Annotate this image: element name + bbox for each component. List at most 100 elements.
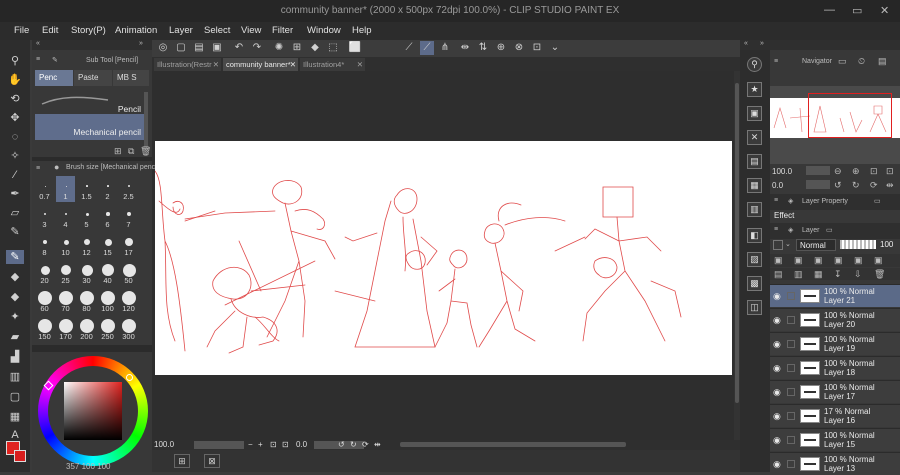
pen-icon[interactable]: ✒ (8, 187, 22, 201)
brush-size-option[interactable]: 80 (78, 304, 95, 313)
scroll-thumb[interactable] (735, 83, 739, 403)
trash-icon[interactable]: 🗑 (874, 269, 885, 280)
eye-icon[interactable]: ◉ (773, 459, 781, 470)
collapse-icon[interactable]: « (744, 40, 748, 47)
history-icon[interactable]: ⏲ (858, 56, 865, 67)
minimize-icon[interactable]: — (824, 4, 835, 16)
zoom-slider[interactable] (194, 441, 244, 449)
tab-pastel[interactable]: Paste (74, 70, 112, 86)
snap-ruler-icon[interactable]: ⟋ (402, 41, 416, 55)
collapse-icon[interactable]: » (760, 40, 764, 47)
information-icon[interactable]: ▤ (878, 56, 887, 67)
copy-icon[interactable]: ⧉ (128, 146, 134, 157)
layer-checkbox[interactable] (787, 316, 795, 324)
blend-lock-checkbox[interactable] (773, 240, 783, 250)
fill-icon[interactable]: ◆ (308, 41, 322, 55)
brush-size-option[interactable]: 1.5 (78, 192, 95, 201)
fit-screen-icon[interactable]: ⊡ (270, 440, 277, 449)
mask-icon[interactable]: ▣ (874, 255, 883, 266)
eraser-tool-icon[interactable]: ▰ (8, 330, 22, 344)
brush-size-option[interactable]: 0.7 (36, 192, 53, 201)
color-marker[interactable] (43, 380, 54, 391)
brush-size-option[interactable]: 40 (99, 276, 116, 285)
eyedropper-icon[interactable]: ⁄ (8, 168, 22, 182)
nav-zoom-slider[interactable] (806, 166, 830, 175)
tab-community-banner[interactable]: community banner* ✕ (223, 58, 298, 71)
brush-size-option[interactable]: 15 (99, 248, 116, 257)
opacity-value[interactable]: 100 (880, 240, 893, 249)
close-icon[interactable]: ✕ (880, 4, 889, 17)
zoom-icon[interactable]: ⊕ (494, 41, 508, 55)
flip-icon[interactable]: ⇹ (886, 180, 894, 191)
layer-row[interactable]: ◉ 100 % Normal Layer 19 (770, 332, 900, 355)
layer-row[interactable]: ◉ 100 % Normal Layer 18 (770, 356, 900, 379)
menu-icon[interactable]: ≡ (774, 58, 778, 65)
properties-icon[interactable]: ▨ (747, 252, 762, 267)
brush-size-option[interactable]: 25 (57, 276, 74, 285)
layer-checkbox[interactable] (787, 340, 795, 348)
new-file-icon[interactable]: ▢ (174, 41, 188, 55)
layer-panel-icon[interactable]: ◧ (747, 228, 762, 243)
sub-color-swatch[interactable] (14, 450, 26, 462)
open-icon[interactable]: ▤ (192, 41, 206, 55)
rotate-right-icon[interactable]: ↻ (852, 180, 860, 191)
tab-pencil[interactable]: Penc (35, 70, 73, 86)
color-wheel[interactable] (38, 356, 148, 466)
list-scrollbar[interactable] (144, 92, 148, 147)
collapse-icon[interactable]: » (139, 40, 143, 47)
eye-icon[interactable]: ◉ (773, 435, 781, 446)
brush-size-option[interactable]: 150 (36, 332, 53, 341)
gradient-icon[interactable]: ▥ (8, 370, 22, 384)
angle-value[interactable]: 0.0 (296, 440, 307, 449)
menu-story[interactable]: Story(P) (71, 25, 106, 36)
brush-size-option[interactable]: 170 (57, 332, 74, 341)
close-icon[interactable]: ✕ (290, 58, 296, 71)
rotate-right-icon[interactable]: ↻ (350, 440, 357, 449)
snap-grid-icon[interactable]: ⋔ (438, 41, 452, 55)
zoom-in-icon[interactable]: + (258, 440, 263, 449)
blend-icon[interactable]: ◆ (8, 290, 22, 304)
layer-row[interactable]: ◉ 100 % Normal Layer 17 (770, 380, 900, 403)
trash-icon[interactable]: 🗑 (140, 146, 151, 157)
rotate-icon[interactable]: ⟲ (8, 92, 22, 106)
add-icon[interactable]: ⊞ (114, 146, 122, 157)
frame-icon[interactable]: ▦ (8, 410, 22, 424)
image-icon[interactable]: ▣ (747, 106, 762, 121)
brush-size-option[interactable]: 200 (78, 332, 95, 341)
nav-angle-slider[interactable] (806, 180, 830, 189)
brush-size-option[interactable]: 70 (57, 304, 74, 313)
navigator-viewport[interactable] (808, 93, 892, 138)
layer-checkbox[interactable] (787, 388, 795, 396)
brush-size-option[interactable]: 5 (78, 220, 95, 229)
airbrush-icon[interactable]: ◆ (8, 270, 22, 284)
blend-mode-select[interactable]: Normal (796, 239, 836, 251)
menu-view[interactable]: View (241, 25, 261, 36)
settings-icon[interactable]: ▩ (747, 276, 762, 291)
zoom-value[interactable]: 100.0 (154, 440, 174, 449)
eye-icon[interactable]: ◉ (773, 339, 781, 350)
layer-row[interactable]: ◉ 100 % Normal Layer 15 (770, 428, 900, 451)
tab-illustration-restr[interactable]: Illustration(Restr ✕ (154, 58, 221, 71)
brush-size-option[interactable]: 3 (36, 220, 53, 229)
menu-icon[interactable]: ≡ (774, 197, 778, 204)
canvas-banner-sketch[interactable] (155, 141, 732, 375)
menu-filter[interactable]: Filter (272, 25, 293, 36)
rotate-left-icon[interactable]: ↺ (834, 180, 842, 191)
dropdown-icon[interactable]: ▭ (826, 226, 833, 234)
figure-icon[interactable]: ▢ (8, 390, 22, 404)
brush-size-option[interactable]: 60 (36, 304, 53, 313)
search-icon[interactable]: ⚲ (747, 57, 762, 72)
frame-icon[interactable]: ⊞ (174, 454, 190, 468)
clip-studio-icon[interactable]: ◎ (156, 41, 170, 55)
brush-size-option[interactable]: 7 (120, 220, 137, 229)
brush-size-option[interactable]: 100 (99, 304, 116, 313)
text-icon[interactable]: A (8, 428, 22, 442)
clear-outside-icon[interactable]: ⊞ (290, 41, 304, 55)
flip-horizontal-icon[interactable]: ⇹ (458, 41, 472, 55)
timeline-icon[interactable]: ▤ (747, 154, 762, 169)
lock-alpha-icon[interactable]: ▣ (854, 255, 863, 266)
brush-size-option[interactable]: 10 (57, 248, 74, 257)
menu-edit[interactable]: Edit (42, 25, 58, 36)
brush-size-option[interactable]: 8 (36, 248, 53, 257)
flip-icon[interactable]: ⇹ (374, 440, 381, 449)
